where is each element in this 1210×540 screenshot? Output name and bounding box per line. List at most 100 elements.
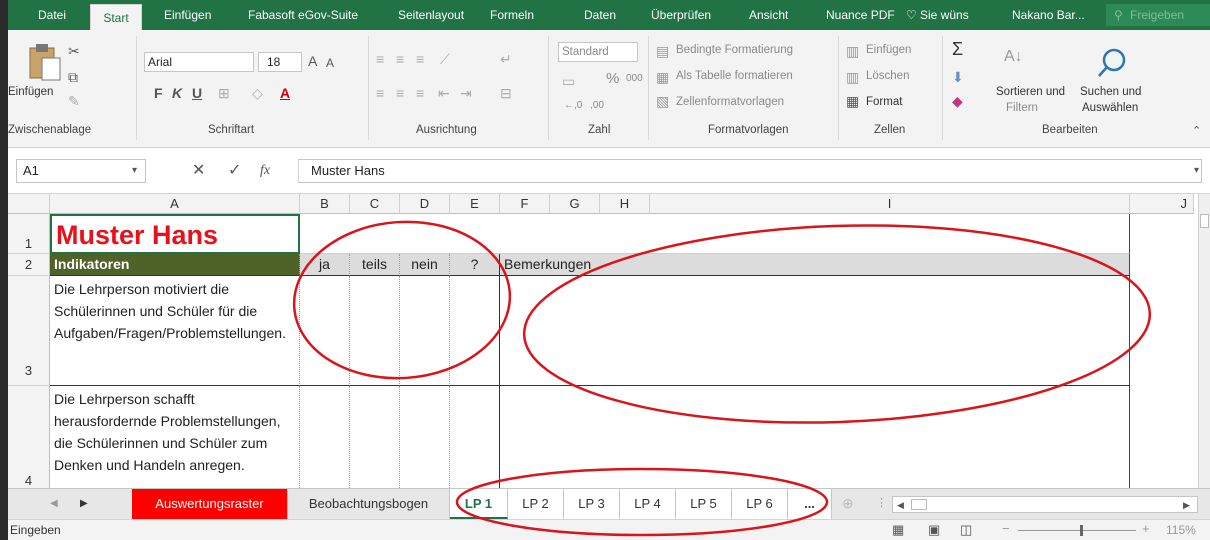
tell-me-box[interactable]: Sie wüns bbox=[920, 8, 969, 22]
align-middle-icon[interactable]: ≡ bbox=[396, 52, 404, 66]
select-all-corner[interactable] bbox=[8, 194, 50, 214]
tab-splitter-icon[interactable]: ⋮ bbox=[876, 496, 887, 510]
cell-a2-indicators[interactable]: Indikatoren bbox=[50, 254, 300, 276]
column-header-i[interactable]: I bbox=[650, 194, 1130, 214]
cell-c3[interactable] bbox=[350, 276, 400, 386]
column-header-c[interactable]: C bbox=[350, 194, 400, 214]
insert-cells-button[interactable]: Einfügen bbox=[866, 44, 911, 56]
hscroll-thumb[interactable] bbox=[911, 499, 927, 510]
merge-icon[interactable]: ⊟ bbox=[500, 86, 512, 100]
format-as-table-button[interactable]: Als Tabelle formatieren bbox=[676, 70, 793, 82]
tab-datei[interactable]: Datei bbox=[38, 8, 66, 22]
decrease-indent-icon[interactable]: ⇤ bbox=[438, 86, 450, 100]
zoom-out-icon[interactable]: − bbox=[1002, 522, 1010, 536]
normal-view-icon[interactable]: ▦ bbox=[892, 523, 904, 537]
cell-b3[interactable] bbox=[300, 276, 350, 386]
scroll-left-icon[interactable]: ◀ bbox=[50, 497, 58, 511]
shrink-font-icon[interactable]: A bbox=[326, 56, 334, 70]
border-icon[interactable]: ⊞ bbox=[218, 86, 230, 100]
tab-formeln[interactable]: Formeln bbox=[490, 8, 534, 22]
cell-d2-nein[interactable]: nein bbox=[400, 254, 450, 276]
zoom-slider[interactable] bbox=[1018, 525, 1136, 536]
orientation-icon[interactable]: ⟋ bbox=[440, 52, 450, 66]
cell-c4[interactable] bbox=[350, 386, 400, 488]
expand-formula-icon[interactable]: ▾ bbox=[1194, 164, 1199, 178]
autosum-icon[interactable]: Σ bbox=[952, 40, 963, 58]
tab-einfuegen[interactable]: Einfügen bbox=[164, 8, 211, 22]
zoom-in-icon[interactable]: + bbox=[1142, 522, 1150, 536]
fill-icon[interactable]: ⬇ bbox=[952, 70, 964, 84]
more-sheets-button[interactable]: ... bbox=[788, 489, 832, 519]
tab-daten[interactable]: Daten bbox=[584, 8, 616, 22]
cell-styles-button[interactable]: Zellenformatvorlagen bbox=[676, 96, 784, 108]
fill-color-icon[interactable]: ◇ bbox=[252, 86, 263, 100]
underline-button[interactable]: U bbox=[192, 86, 202, 100]
sheet-tab-lp1[interactable]: LP 1 bbox=[450, 489, 508, 519]
sheet-tab-auswertungsraster[interactable]: Auswertungsraster bbox=[132, 489, 288, 519]
page-layout-icon[interactable]: ▣ bbox=[928, 523, 940, 537]
align-right-icon[interactable]: ≡ bbox=[416, 86, 424, 100]
clear-icon[interactable]: ◆ bbox=[952, 94, 963, 108]
page-break-icon[interactable]: ◫ bbox=[960, 523, 972, 537]
cut-icon[interactable]: ✂ bbox=[68, 44, 80, 58]
align-bottom-icon[interactable]: ≡ bbox=[416, 52, 424, 66]
chevron-down-icon[interactable]: ▾ bbox=[132, 164, 137, 178]
name-box[interactable]: A1 bbox=[16, 159, 146, 183]
hscroll-left-icon[interactable]: ◀ bbox=[897, 498, 904, 512]
cell-d4[interactable] bbox=[400, 386, 450, 488]
cell-e2-question[interactable]: ? bbox=[450, 254, 500, 276]
horizontal-scrollbar[interactable]: ◀ ▶ bbox=[892, 496, 1198, 513]
sheet-tab-lp5[interactable]: LP 5 bbox=[676, 489, 732, 519]
cell-a4-indicator[interactable]: Die Lehrperson schafft herausfordernde P… bbox=[50, 386, 300, 488]
add-sheet-icon[interactable]: ⊕ bbox=[842, 496, 854, 510]
number-format-select[interactable]: Standard bbox=[558, 42, 638, 62]
grow-font-icon[interactable]: A bbox=[308, 54, 317, 68]
increase-decimal-icon[interactable]: ←,0 bbox=[564, 100, 582, 111]
column-header-j[interactable]: J bbox=[1130, 194, 1194, 214]
cell-c2-teils[interactable]: teils bbox=[350, 254, 400, 276]
column-header-d[interactable]: D bbox=[400, 194, 450, 214]
format-painter-icon[interactable]: ✎ bbox=[68, 94, 80, 108]
copy-icon[interactable]: ⧉ bbox=[68, 70, 78, 84]
hscroll-right-icon[interactable]: ▶ bbox=[1183, 498, 1190, 512]
function-icon[interactable]: fx bbox=[260, 164, 270, 178]
scroll-right-icon[interactable]: ▶ bbox=[80, 497, 88, 511]
find-select-label-2[interactable]: Auswählen bbox=[1082, 102, 1138, 114]
decrease-decimal-icon[interactable]: ,00 bbox=[590, 100, 604, 111]
row-header-3[interactable]: 3 bbox=[8, 276, 50, 386]
thousands-button[interactable]: 000 bbox=[626, 73, 643, 84]
cell-a1-title[interactable]: Muster Hans bbox=[50, 214, 300, 254]
italic-button[interactable]: K bbox=[172, 86, 182, 100]
cell-b2-ja[interactable]: ja bbox=[300, 254, 350, 276]
delete-cells-button[interactable]: Löschen bbox=[866, 70, 909, 82]
cell-b4[interactable] bbox=[300, 386, 350, 488]
wrap-text-icon[interactable]: ↵ bbox=[500, 52, 512, 66]
cell-a3-indicator[interactable]: Die Lehrperson motiviert die Schülerinne… bbox=[50, 276, 300, 386]
sort-label-1[interactable]: Sortieren und bbox=[996, 86, 1065, 98]
collapse-ribbon-icon[interactable]: ⌃ bbox=[1192, 124, 1201, 138]
formula-input[interactable]: Muster Hans bbox=[298, 159, 1202, 183]
tab-start[interactable]: Start bbox=[90, 4, 142, 31]
column-header-f[interactable]: F bbox=[500, 194, 550, 214]
tab-ansicht[interactable]: Ansicht bbox=[749, 8, 788, 22]
tab-ueberpruefen[interactable]: Überprüfen bbox=[651, 8, 711, 22]
sheet-tab-lp4[interactable]: LP 4 bbox=[620, 489, 676, 519]
percent-button[interactable]: % bbox=[606, 70, 619, 87]
sheet-tab-lp2[interactable]: LP 2 bbox=[508, 489, 564, 519]
row-header-2[interactable]: 2 bbox=[8, 254, 50, 276]
share-button[interactable]: ⚲ Freigeben bbox=[1106, 4, 1210, 26]
align-left-icon[interactable]: ≡ bbox=[376, 86, 384, 100]
conditional-format-button[interactable]: Bedingte Formatierung bbox=[676, 44, 793, 56]
vertical-scrollbar[interactable] bbox=[1198, 194, 1210, 488]
increase-indent-icon[interactable]: ⇥ bbox=[460, 86, 472, 100]
cell-d3[interactable] bbox=[400, 276, 450, 386]
paste-button[interactable] bbox=[24, 42, 64, 82]
align-top-icon[interactable]: ≡ bbox=[376, 52, 384, 66]
sheet-tab-lp6[interactable]: LP 6 bbox=[732, 489, 788, 519]
cell-f4-remarks[interactable] bbox=[500, 386, 1130, 488]
cell-f2-remarks[interactable]: Bemerkungen bbox=[500, 254, 1130, 276]
column-header-a[interactable]: A bbox=[50, 194, 300, 214]
tab-seitenlayout[interactable]: Seitenlayout bbox=[398, 8, 464, 22]
sheet-tab-lp3[interactable]: LP 3 bbox=[564, 489, 620, 519]
column-header-b[interactable]: B bbox=[300, 194, 350, 214]
